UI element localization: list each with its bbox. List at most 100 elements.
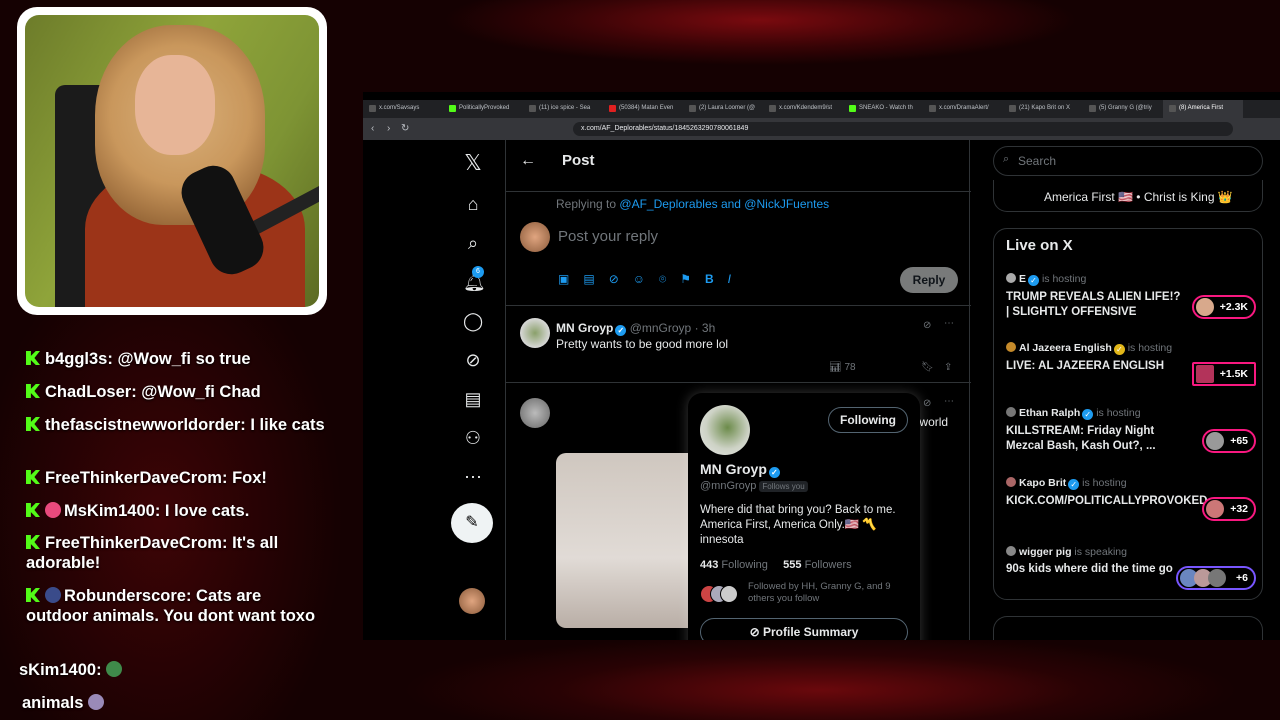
post-column: ← Post Replying to @AF_Deplorables and @… xyxy=(505,140,971,640)
followed-by[interactable]: Followed by HH, Granny G, and 9 others y… xyxy=(748,581,908,605)
live-item[interactable]: Ethan Ralph ✓ is hosting KILLSTREAM: Frid… xyxy=(1006,407,1256,454)
composer-toolbar: ▣ ▤ ⊘ ☺ ⌾ ⚑ B I xyxy=(558,272,731,287)
live-item[interactable]: wigger pig is speaking 90s kids where di… xyxy=(1006,546,1256,590)
avatar[interactable] xyxy=(520,318,550,348)
tab[interactable]: x.com/Kdendem9/st xyxy=(763,100,843,118)
kick-icon xyxy=(26,384,40,398)
next-card xyxy=(993,616,1263,640)
emoji-icon[interactable]: ☺ xyxy=(633,272,645,287)
image-icon[interactable]: ▣ xyxy=(558,272,569,287)
chat-message: FreeThinkerDaveCrom: It's all adorable! xyxy=(26,534,279,572)
browser-window: x.com/Savsays PoliticallyProvoked (11) i… xyxy=(363,92,1280,640)
x-logo-icon[interactable]: 𝕏 xyxy=(463,150,483,176)
notifications-icon[interactable]: 🔔︎ 6 xyxy=(463,266,486,293)
grok-icon[interactable]: ⊘ xyxy=(923,320,931,331)
section-title: Live on X xyxy=(1006,237,1073,254)
page-title: Post xyxy=(562,152,595,169)
views-icon: 📊︎ 78 xyxy=(829,362,856,373)
more-icon[interactable]: ⋯ xyxy=(463,467,483,488)
avatar[interactable] xyxy=(520,398,550,428)
tab[interactable]: (11) ice spice - Sea xyxy=(523,100,603,118)
listener-count: +65 xyxy=(1202,429,1256,453)
profile-stats: 443 Following 555 Followers xyxy=(700,559,852,571)
kick-icon xyxy=(26,351,40,365)
chat-message: sKim1400: xyxy=(19,660,319,680)
tab-active[interactable]: (8) America First xyxy=(1163,100,1243,118)
live-item[interactable]: Al Jazeera English ✓ is hosting LIVE: AL … xyxy=(1006,342,1256,386)
share-icon[interactable]: ⇪ xyxy=(944,362,952,373)
gif-icon[interactable]: ▤ xyxy=(583,272,594,287)
tab[interactable]: PoliticallyProvoked xyxy=(443,100,523,118)
tab[interactable]: (2) Laura Loomer (@ xyxy=(683,100,763,118)
italic-icon[interactable]: I xyxy=(728,272,731,287)
tab[interactable]: (21) Kapo Brit on X xyxy=(1003,100,1083,118)
followers-stat[interactable]: 555 Followers xyxy=(783,559,852,571)
messages-icon[interactable]: ◯ xyxy=(463,311,483,332)
listener-count: +1.5K xyxy=(1191,362,1256,386)
profile-summary-button[interactable]: ⊘ Profile Summary xyxy=(700,618,908,640)
back-arrow-icon[interactable]: ← xyxy=(520,152,536,170)
live-item[interactable]: Kapo Brit ✓ is hosting KICK.COM/POLITICAL… xyxy=(1006,477,1256,521)
right-sidebar: ⌕ Search America First 🇺🇸 • Christ is Kin… xyxy=(993,140,1280,640)
chat-message: MsKim1400: I love cats. xyxy=(26,501,326,521)
tab[interactable]: (5) Granny G (@triy xyxy=(1083,100,1163,118)
emote-icon xyxy=(45,502,61,518)
grok-icon[interactable]: ⊘ xyxy=(609,272,619,287)
verified-icon: ✓ xyxy=(615,325,627,336)
profile-handle: @mnGroyp Follows you xyxy=(700,480,808,492)
search-icon: ⌕ xyxy=(1003,153,1010,165)
reload-icon[interactable]: ↻ xyxy=(401,123,409,134)
kick-icon xyxy=(26,588,40,602)
reply-input[interactable]: Post your reply xyxy=(558,228,658,245)
live-item[interactable]: E ✓ is hosting TRUMP REVEALS ALIEN LIFE!?… xyxy=(1006,273,1256,320)
url-field[interactable]: x.com/AF_Deplorables/status/184526329078… xyxy=(573,122,1233,136)
tab[interactable]: x.com/Savsays xyxy=(363,100,443,118)
grok-icon: ⊘ xyxy=(749,625,763,639)
more-icon[interactable]: ⋯ xyxy=(944,318,954,329)
search-input[interactable]: ⌕ Search xyxy=(993,146,1263,176)
replying-to: Replying to @AF_Deplorables and @NickJFu… xyxy=(556,197,830,211)
listener-count: +32 xyxy=(1202,497,1256,521)
profile-name[interactable]: MN Groyp ✓ xyxy=(700,461,780,478)
emote-icon xyxy=(88,694,105,710)
location-icon[interactable]: ⌾ xyxy=(659,272,666,287)
home-icon[interactable]: ⌂ xyxy=(463,194,483,215)
webcam-video xyxy=(25,15,319,307)
profile-hover-card: Following MN Groyp ✓ @mnGroyp Follows you … xyxy=(688,393,920,640)
chat-message: FreeThinkerDaveCrom: Fox! xyxy=(26,468,326,488)
search-icon[interactable]: ⌕ xyxy=(463,233,483,254)
profile-bio: Where did that bring you? Back to me. Am… xyxy=(700,504,896,546)
verified-icon: ✓ xyxy=(768,467,780,478)
tab[interactable]: x.com/DramaAlert/ xyxy=(923,100,1003,118)
grok-icon[interactable]: ⊘ xyxy=(463,350,483,371)
webcam-frame xyxy=(17,7,327,315)
chat-message: Robunderscore: Cats are outdoor animals.… xyxy=(26,587,316,625)
more-icon[interactable]: ⋯ xyxy=(944,396,954,407)
tweet-author[interactable]: MN Groyp ✓ @mnGroyp · 3h xyxy=(556,321,715,336)
flag-icon[interactable]: ⚑ xyxy=(680,272,691,287)
lists-icon[interactable]: ▤ xyxy=(463,389,483,410)
verified-icon: ✓ xyxy=(1082,409,1094,420)
chat-message: ChadLoser: @Wow_fi Chad xyxy=(26,382,326,402)
reply-button[interactable]: Reply xyxy=(900,267,958,293)
following-stat[interactable]: 443 Following xyxy=(700,559,768,571)
bold-icon[interactable]: B xyxy=(705,272,714,287)
tab[interactable]: (50384) Matan Even xyxy=(603,100,683,118)
emote-icon xyxy=(45,587,61,603)
verified-icon: ✓ xyxy=(1028,275,1040,286)
grok-icon[interactable]: ⊘ xyxy=(923,398,931,409)
previous-card: America First 🇺🇸 • Christ is King 👑 xyxy=(993,180,1263,212)
back-icon[interactable]: ‹ xyxy=(371,123,374,134)
tab[interactable]: SNEAKO - Watch th xyxy=(843,100,923,118)
profile-icon[interactable]: ⚇ xyxy=(463,428,483,449)
address-bar: ‹ › ↻ x.com/AF_Deplorables/status/184526… xyxy=(363,118,1280,140)
compose-post-button[interactable]: ✎ xyxy=(451,503,493,543)
account-avatar[interactable] xyxy=(459,588,485,614)
forward-icon[interactable]: › xyxy=(387,123,390,134)
bookmark-icon[interactable]: 🔖︎ xyxy=(921,362,934,373)
following-button[interactable]: Following xyxy=(828,407,908,433)
mutual-avatars xyxy=(700,585,740,603)
kick-icon xyxy=(26,417,40,431)
verified-icon: ✓ xyxy=(1068,479,1080,490)
avatar[interactable] xyxy=(700,405,750,455)
